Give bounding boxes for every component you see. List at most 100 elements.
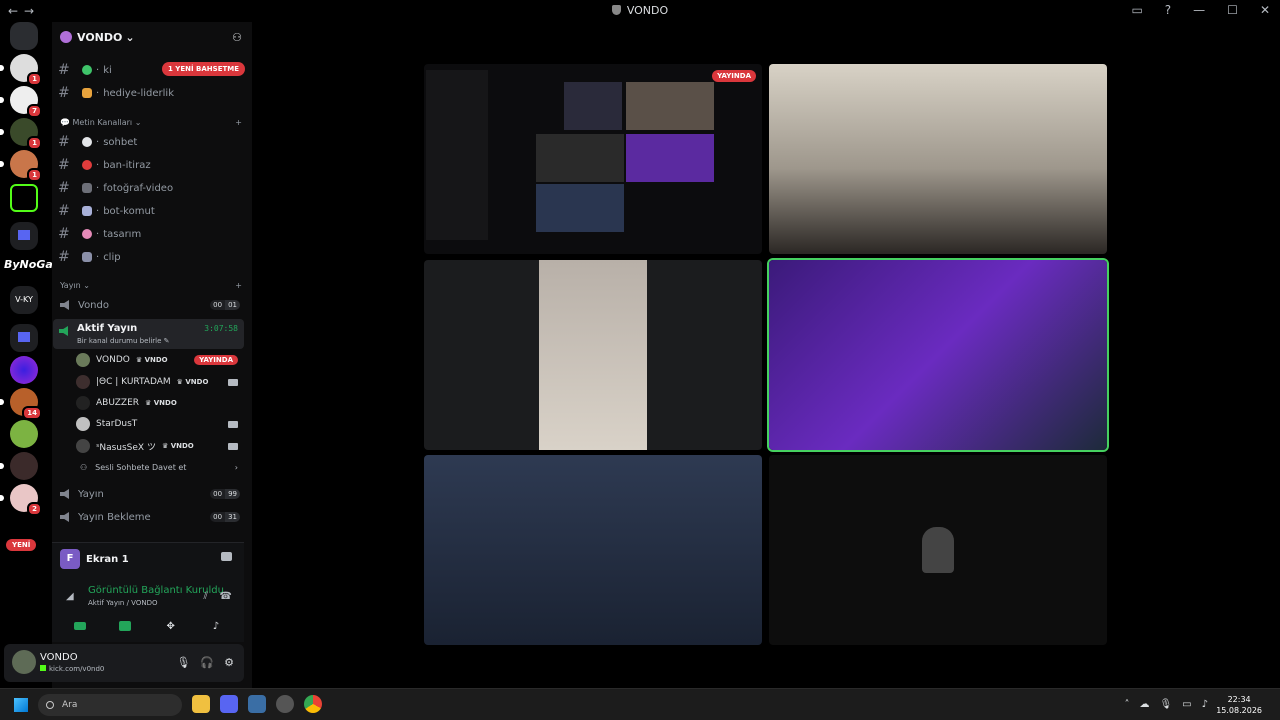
- taskbar-search[interactable]: Ara: [38, 694, 182, 716]
- camera-emoji-icon: [82, 183, 92, 193]
- server-icon[interactable]: [10, 420, 38, 448]
- taskbar-apps: [192, 695, 322, 713]
- mini-video-tile: [564, 82, 622, 130]
- channel-item[interactable]: # · hediye-liderlik: [58, 83, 246, 103]
- voice-channel-bekleme[interactable]: Yayın Bekleme 00 31: [56, 507, 246, 527]
- screen-share-item[interactable]: F Ekran 1: [60, 549, 129, 569]
- voice-channel-yayin[interactable]: Yayın 00 99: [56, 484, 246, 504]
- soundboard-button[interactable]: ♪: [196, 616, 236, 636]
- voice-member[interactable]: ˢNasusSeX ツ ♛ VNDO: [76, 436, 244, 456]
- mini-video-tile: [536, 134, 624, 182]
- server-icon[interactable]: [0, 452, 38, 480]
- app-icon[interactable]: [248, 695, 266, 713]
- add-member-icon[interactable]: ⚇: [232, 31, 242, 44]
- voice-member[interactable]: |ΘC | KURTADAM ♛ VNDO: [76, 372, 244, 392]
- voice-member[interactable]: ABUZZER ♛ VNDO: [76, 393, 244, 413]
- robot-emoji-icon: [82, 206, 92, 216]
- user-count: 00 01: [210, 300, 240, 310]
- cloud-icon[interactable]: ☁: [1139, 699, 1149, 710]
- hash-icon: #: [58, 62, 70, 78]
- server-icon[interactable]: [10, 356, 38, 384]
- speaker-icon: [60, 512, 69, 522]
- screen-share-tile[interactable]: YAYINDA: [424, 64, 762, 254]
- server-icon[interactable]: 1: [0, 118, 42, 150]
- voice-channel-vondo[interactable]: Vondo 00 01: [56, 295, 246, 315]
- volume-icon[interactable]: ♪: [1202, 699, 1208, 710]
- channel-item[interactable]: # · fotoğraf-video: [58, 178, 246, 198]
- activities-button[interactable]: ✥: [151, 616, 191, 636]
- custom-status: kick.com/v0nd0: [40, 665, 104, 673]
- no-entry-emoji-icon: [82, 160, 92, 170]
- channel-status[interactable]: Bir kanal durumu belirle ✎: [77, 337, 170, 345]
- speech-bubble-icon: 💬: [60, 118, 73, 127]
- add-channel-icon[interactable]: +: [235, 118, 242, 127]
- microphone-icon[interactable]: 🎙: [1159, 699, 1172, 710]
- display-icon[interactable]: ▭: [1182, 699, 1191, 710]
- title-bar: ←→ VONDO ▭ ? — ☐ ✕: [0, 0, 1280, 22]
- category-text-channels[interactable]: 💬 Metin Kanalları ⌄ +: [60, 118, 242, 127]
- discord-home-icon[interactable]: [10, 22, 38, 50]
- noise-suppression-icon[interactable]: ⫽: [204, 591, 208, 602]
- app-icon[interactable]: [276, 695, 294, 713]
- headphones-icon[interactable]: 🎧: [200, 656, 214, 669]
- clan-tag: ♛ VNDO: [176, 378, 209, 386]
- server-icon[interactable]: 2: [0, 484, 42, 516]
- folder-icon[interactable]: [10, 324, 38, 352]
- folder-icon[interactable]: [10, 222, 38, 250]
- guild-header[interactable]: VONDO ⌄ ⚇: [52, 22, 252, 52]
- clock[interactable]: 22:34 15.08.2026: [1216, 694, 1262, 716]
- new-servers-pill[interactable]: YENİ: [6, 539, 37, 551]
- camera-button[interactable]: [60, 616, 100, 636]
- new-mention-pill[interactable]: 1 YENİ BAHSETME: [162, 62, 246, 76]
- user-add-icon: ⚇: [80, 462, 88, 472]
- video-tile[interactable]: [424, 455, 762, 645]
- disconnect-icon[interactable]: ☎: [220, 591, 232, 602]
- close-button[interactable]: ✕: [1260, 3, 1270, 17]
- invite-to-voice[interactable]: ⚇ Sesli Sohbete Davet et ›: [76, 457, 244, 477]
- video-camera-icon: [74, 622, 86, 630]
- guild-icon: [60, 31, 72, 43]
- video-tile[interactable]: [769, 64, 1107, 254]
- channel-item[interactable]: # · clip: [58, 247, 246, 267]
- hash-icon: #: [58, 157, 70, 173]
- avatar: [922, 527, 954, 573]
- chevron-up-icon[interactable]: ˄: [1124, 699, 1129, 710]
- channel-item[interactable]: # · ban-itiraz: [58, 155, 246, 175]
- microphone-icon[interactable]: 🎙: [176, 656, 190, 669]
- avatar[interactable]: [12, 650, 36, 674]
- server-icon[interactable]: 7: [0, 86, 42, 118]
- add-channel-icon[interactable]: +: [235, 281, 242, 290]
- maximize-button[interactable]: ☐: [1227, 3, 1238, 17]
- screen-share-button[interactable]: [105, 616, 145, 636]
- windows-start-icon[interactable]: [14, 698, 28, 712]
- voice-member[interactable]: StarDusT: [76, 414, 244, 434]
- video-stage: YAYINDA: [252, 22, 1280, 688]
- chrome-icon[interactable]: [304, 695, 322, 713]
- connection-location[interactable]: Aktif Yayın / VONDO: [88, 599, 157, 607]
- category-voice[interactable]: Yayın ⌄ +: [60, 281, 242, 290]
- channel-item[interactable]: # · tasarım: [58, 224, 246, 244]
- minimize-button[interactable]: —: [1193, 3, 1205, 17]
- user-panel: VONDO kick.com/v0nd0 🎙 🎧 ⚙: [4, 644, 244, 682]
- file-explorer-icon[interactable]: [192, 695, 210, 713]
- live-badge[interactable]: YAYINDA: [194, 355, 238, 365]
- help-icon[interactable]: ?: [1165, 3, 1171, 17]
- server-icon[interactable]: 14: [0, 388, 42, 420]
- voice-member[interactable]: VONDO ♛ VNDO YAYINDA: [76, 350, 244, 370]
- unread-pill: [0, 65, 4, 71]
- video-tile-speaking[interactable]: [769, 260, 1107, 450]
- gear-icon[interactable]: ⚙: [224, 656, 234, 669]
- channel-item[interactable]: # · bot-komut: [58, 201, 246, 221]
- kick-server-icon[interactable]: [10, 184, 38, 212]
- video-tile[interactable]: [424, 260, 762, 450]
- voice-channel-active[interactable]: Aktif Yayın Bir kanal durumu belirle ✎ 3…: [53, 319, 244, 349]
- server-icon[interactable]: 1: [0, 54, 42, 86]
- server-icon[interactable]: 1: [0, 150, 42, 182]
- channel-item[interactable]: # · sohbet: [58, 132, 246, 152]
- discord-icon[interactable]: [220, 695, 238, 713]
- avatar-tile[interactable]: [769, 455, 1107, 645]
- inbox-icon[interactable]: ▭: [1131, 3, 1142, 17]
- stop-share-icon[interactable]: [221, 552, 232, 561]
- hash-icon: #: [58, 249, 70, 265]
- vky-server-icon[interactable]: V-KY: [10, 286, 38, 314]
